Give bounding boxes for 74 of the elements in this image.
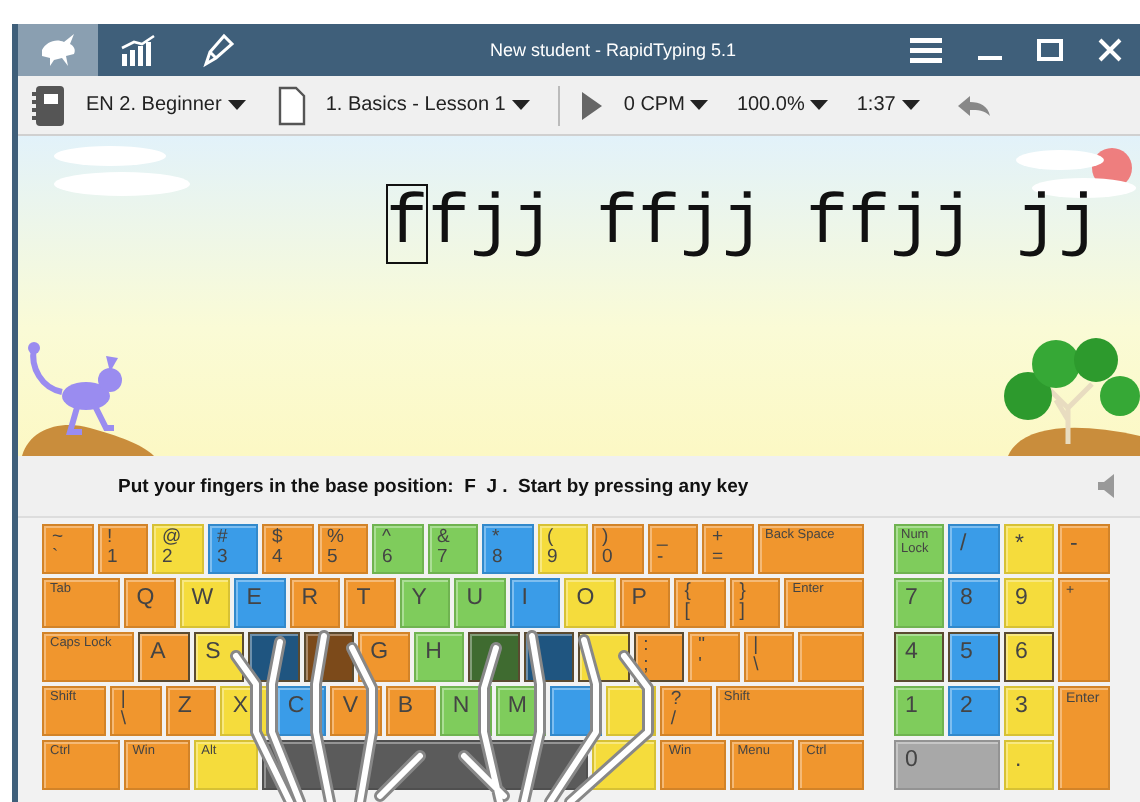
keyboard-key: ! 1 [97,524,148,574]
time-dropdown[interactable]: 1:37 [848,94,928,116]
speed-dropdown[interactable]: 0 CPM [615,94,717,116]
keyboard-key: } ] [729,578,781,628]
keyboard-key: T [344,578,396,628]
notebook-icon [30,83,66,127]
caret-icon [810,100,829,110]
tree-drawing [1000,336,1140,456]
keyboard-key: U [454,578,506,628]
keyboard-key: Z [165,686,217,736]
keyboard-key: A [138,632,190,682]
accuracy-dropdown[interactable]: 100.0% [728,94,837,116]
document-icon [277,85,306,125]
keyboard-key: @ 2 [152,524,203,574]
keyboard-key: { [ [674,578,726,628]
keyboard-key: ~ ` [42,524,93,574]
keyboard-key: * [1003,524,1054,574]
keyboard-key: I [509,578,561,628]
keyboard-key: ( 9 [537,524,588,574]
keyboard-key: 2 [948,686,999,736]
close-icon[interactable] [1096,36,1124,64]
keyboard-key: * 8 [482,524,533,574]
keyboard-key: R [289,578,341,628]
keyboard-key: P [619,578,671,628]
pen-icon [200,32,236,68]
keyboard-key: % 5 [317,524,368,574]
play-icon[interactable] [579,91,604,119]
keyboard-key: O [564,578,616,628]
keyboard-key: B [385,686,437,736]
keyboard-key: Y [399,578,451,628]
keyboard-key: 4 [893,632,944,682]
keyboard-key: _ - [647,524,698,574]
keyboard-key: / [948,524,999,574]
keyboard-key: ) 0 [592,524,643,574]
keyboard-key: | \ [743,632,795,682]
keyboard-key: Q [124,578,176,628]
keyboard-key: $ 4 [262,524,313,574]
keyboard-key: H [413,632,465,682]
keyboard-key: 0 [893,740,999,790]
keyboard-key: 8 [948,578,999,628]
keyboard-key: W [179,578,231,628]
maximize-icon[interactable] [1036,36,1064,64]
menu-icon[interactable] [908,34,944,66]
keyboard-key: 9 [1003,578,1054,628]
caret-icon [511,100,530,110]
exercise-text: ffjj ffjj ffjj jj [386,184,1101,264]
keyboard-key: 3 [1003,686,1054,736]
instruction-text: Put your fingers in the base position: F J . Start by pressing any key [118,475,749,497]
keyboard-key: ? / [660,686,712,736]
undo-icon[interactable] [955,93,992,117]
chart-icon [118,32,158,68]
keyboard-key: - [1058,524,1109,574]
keyboard-key: + = [702,524,753,574]
mouse-drawing [22,340,154,456]
caret-icon [690,100,709,110]
keyboard-key: . [1003,740,1054,790]
keyboard-key: 7 [893,578,944,628]
lesson-dropdown[interactable]: 1. Basics - Lesson 1 [317,94,538,116]
caret-icon [901,100,920,110]
keyboard-key: 6 [1003,632,1054,682]
keyboard-key: | \ [110,686,162,736]
keyboard-key: S [193,632,245,682]
keyboard-key: # 3 [207,524,258,574]
keyboard-key: 5 [948,632,999,682]
keyboard-key: : ; [633,632,685,682]
keyboard-key: & 7 [427,524,478,574]
course-dropdown[interactable]: EN 2. Beginner [78,94,254,116]
window-title: New student - RapidTyping 5.1 [487,40,739,60]
keyboard-key: ^ 6 [372,524,423,574]
caret-icon [227,100,246,110]
rabbit-icon [36,32,80,68]
keyboard-key: 1 [893,686,944,736]
keyboard-key: E [234,578,286,628]
keyboard-key: " ' [688,632,740,682]
